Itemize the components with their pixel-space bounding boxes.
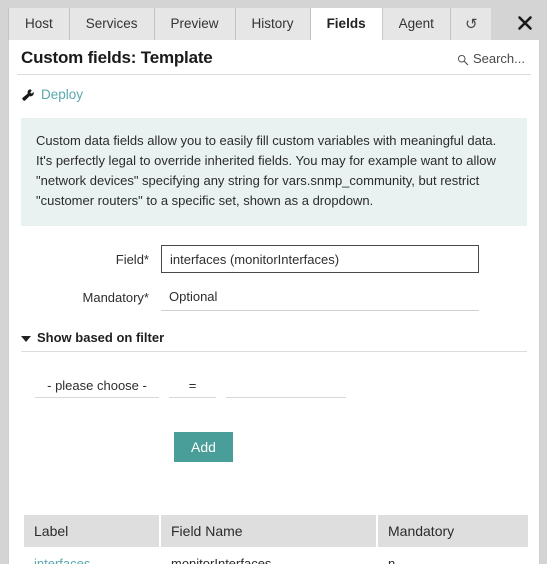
refresh-icon: ↻ bbox=[464, 16, 478, 33]
tab-bar: Host Services Preview History Fields Age… bbox=[0, 0, 547, 40]
field-label: Field* bbox=[115, 251, 149, 267]
wrench-icon bbox=[22, 89, 34, 101]
tab-preview[interactable]: Preview bbox=[154, 8, 236, 40]
cell-field-name: monitorInterfaces bbox=[161, 547, 376, 564]
refresh-button[interactable]: ↻ bbox=[450, 8, 492, 40]
cell-label: interfaces bbox=[24, 547, 159, 564]
tab-fields[interactable]: Fields bbox=[310, 8, 383, 40]
tab-agent[interactable]: Agent bbox=[382, 8, 451, 40]
table-row[interactable]: interfaces monitorInterfaces n bbox=[24, 547, 528, 564]
close-icon bbox=[518, 16, 532, 30]
custom-field-form: Field* Mandatory* Optional bbox=[9, 242, 539, 314]
add-button[interactable]: Add bbox=[174, 432, 233, 462]
deploy-link[interactable]: Deploy bbox=[41, 87, 83, 102]
field-link-interfaces[interactable]: interfaces bbox=[34, 556, 90, 564]
form-row-field: Field* bbox=[9, 242, 539, 276]
page-content: Custom fields: Template Search... Deploy… bbox=[8, 40, 540, 564]
tab-history[interactable]: History bbox=[235, 8, 311, 40]
search-box[interactable]: Search... bbox=[457, 51, 525, 66]
mandatory-label: Mandatory* bbox=[82, 289, 149, 305]
form-row-mandatory: Mandatory* Optional bbox=[9, 280, 539, 314]
column-header-field-name[interactable]: Field Name bbox=[161, 515, 376, 547]
close-button[interactable] bbox=[515, 13, 535, 33]
mandatory-select[interactable]: Optional bbox=[161, 283, 479, 311]
filter-row: - please choose - = bbox=[21, 374, 527, 398]
info-box: Custom data fields allow you to easily f… bbox=[21, 118, 527, 226]
filter-value-input[interactable] bbox=[226, 374, 346, 398]
custom-fields-window: Host Services Preview History Fields Age… bbox=[0, 0, 547, 564]
search-icon bbox=[457, 54, 469, 65]
filter-section: Show based on filter - please choose - = bbox=[21, 330, 527, 398]
table-header-row: Label Field Name Mandatory bbox=[24, 515, 528, 547]
cell-mandatory: n bbox=[378, 547, 528, 564]
table-head: Label Field Name Mandatory bbox=[24, 515, 528, 547]
button-row: Add bbox=[9, 432, 539, 462]
fields-table: Label Field Name Mandatory interfaces mo… bbox=[22, 515, 530, 564]
filter-legend-toggle[interactable]: Show based on filter bbox=[21, 330, 527, 352]
filter-column-select[interactable]: - please choose - bbox=[35, 374, 159, 398]
page-title: Custom fields: Template bbox=[21, 48, 213, 67]
column-header-mandatory[interactable]: Mandatory bbox=[378, 515, 528, 547]
table-body: interfaces monitorInterfaces n bbox=[24, 547, 528, 564]
filter-legend-label: Show based on filter bbox=[37, 330, 165, 345]
tab-host[interactable]: Host bbox=[8, 8, 70, 40]
tab-services[interactable]: Services bbox=[69, 8, 155, 40]
page-header: Custom fields: Template Search... bbox=[17, 40, 531, 75]
action-bar: Deploy bbox=[21, 83, 527, 105]
field-input[interactable] bbox=[161, 245, 479, 273]
column-header-label[interactable]: Label bbox=[24, 515, 159, 547]
search-input[interactable]: Search... bbox=[473, 51, 525, 66]
tab-list: Host Services Preview History Fields Age… bbox=[8, 8, 492, 40]
chevron-down-icon bbox=[21, 335, 31, 342]
filter-operator-select[interactable]: = bbox=[169, 374, 216, 398]
